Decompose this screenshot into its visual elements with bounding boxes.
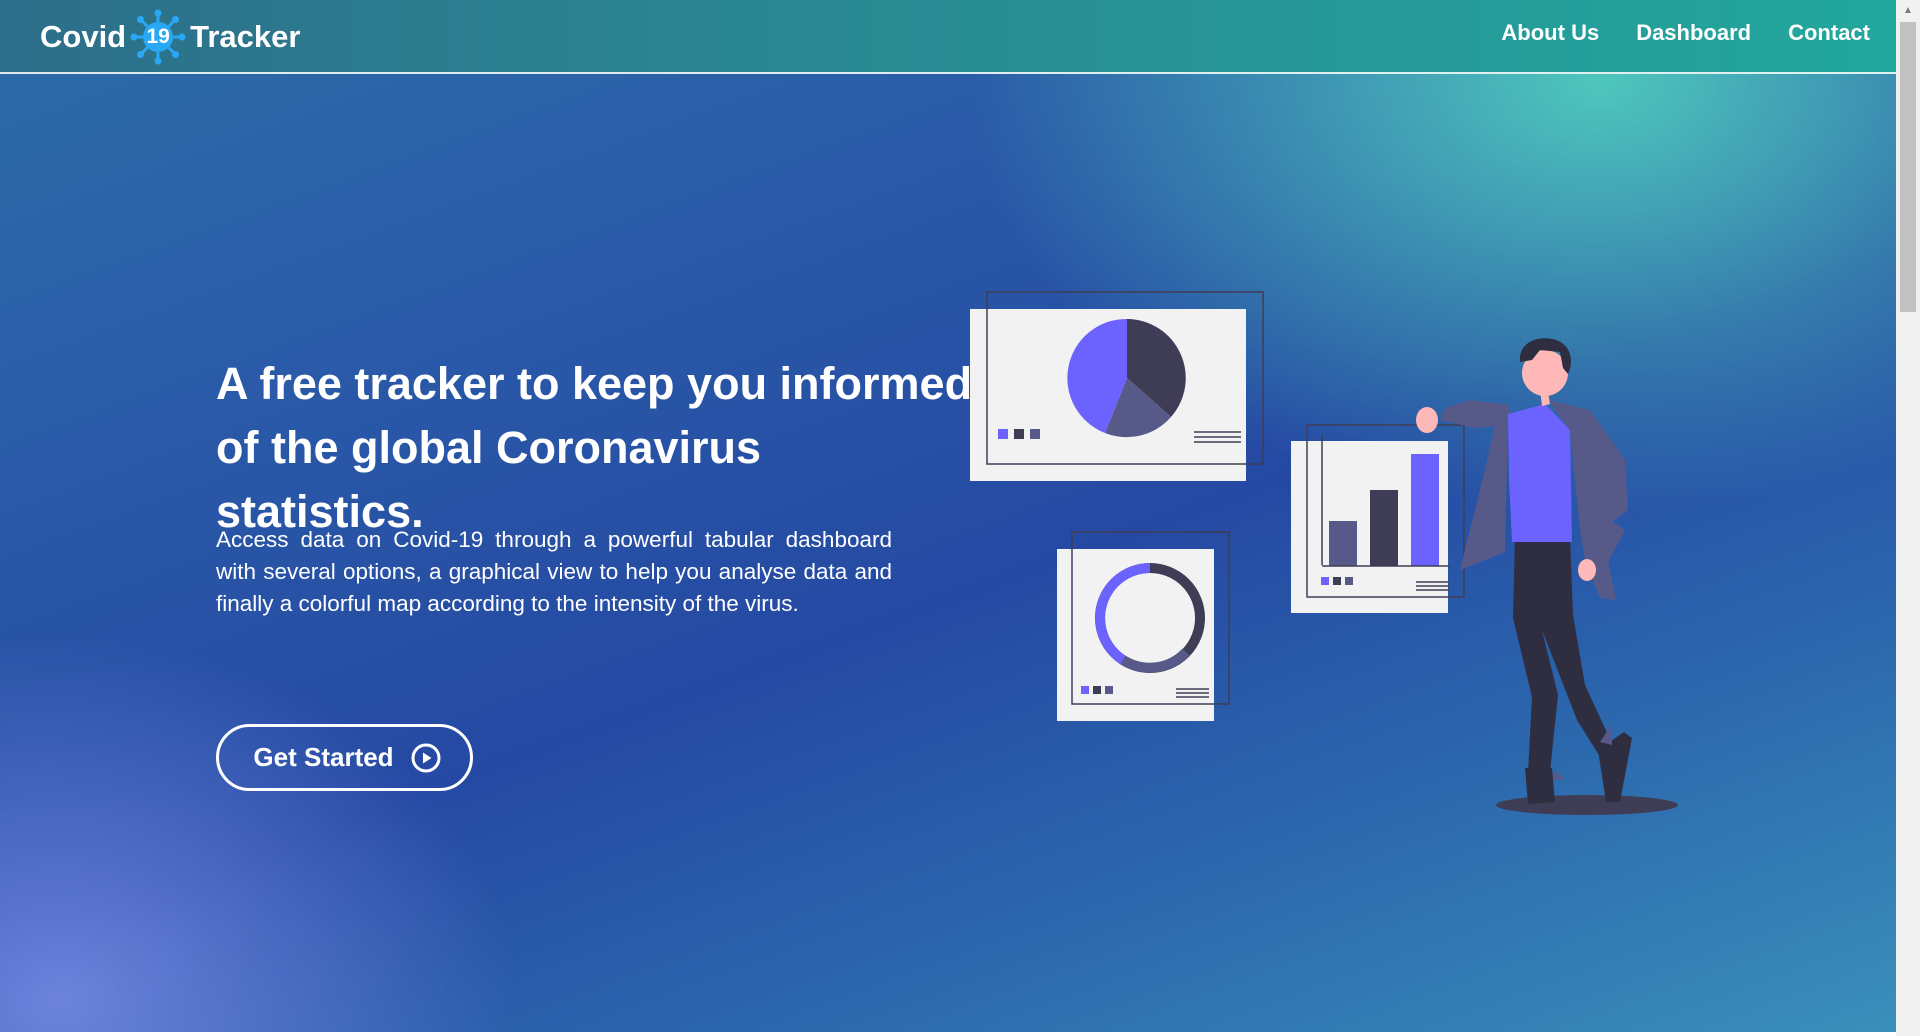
pie-chart-card [970,291,1264,481]
hero-description: Access data on Covid-19 through a powerf… [216,527,892,616]
virus-number: 19 [146,25,170,48]
scroll-up-arrow-icon[interactable]: ▲ [1896,0,1920,20]
nav-contact-link[interactable]: Contact [1788,20,1870,46]
brand-logo[interactable]: Covid 19 Tracker [40,9,301,65]
nav-menu: About Us Dashboard Contact [1501,20,1870,46]
page-bottom-edge [0,1032,1896,1036]
bar-chart-card [1291,424,1465,613]
brand-name-left: Covid [40,19,127,54]
donut-chart-card [1057,531,1230,721]
virus-icon: 19 [130,9,186,65]
hero-headline-line-1: A free tracker to keep you informed [216,358,973,409]
hero-headline-line-2: of the global Coronavirus statistics. [216,422,762,537]
navbar: Covid 19 Tracker About Us Dashboard Cont… [0,0,1896,74]
vertical-scrollbar[interactable]: ▲ [1896,0,1920,1036]
get-started-label: Get Started [253,742,394,772]
get-started-button[interactable]: Get Started [216,724,473,791]
scrollbar-thumb[interactable] [1900,22,1916,312]
hero-headline: A free tracker to keep you informed of t… [216,352,976,544]
brand-name-right: Tracker [190,19,301,54]
hero-background: Covid 19 Tracker About Us Dashboard Cont… [0,0,1896,1032]
person-figure [1416,338,1678,815]
nav-dashboard-link[interactable]: Dashboard [1636,20,1751,46]
nav-about-us-link[interactable]: About Us [1501,20,1599,46]
dashboard-illustration [960,280,1700,840]
play-circle-icon [410,742,442,774]
